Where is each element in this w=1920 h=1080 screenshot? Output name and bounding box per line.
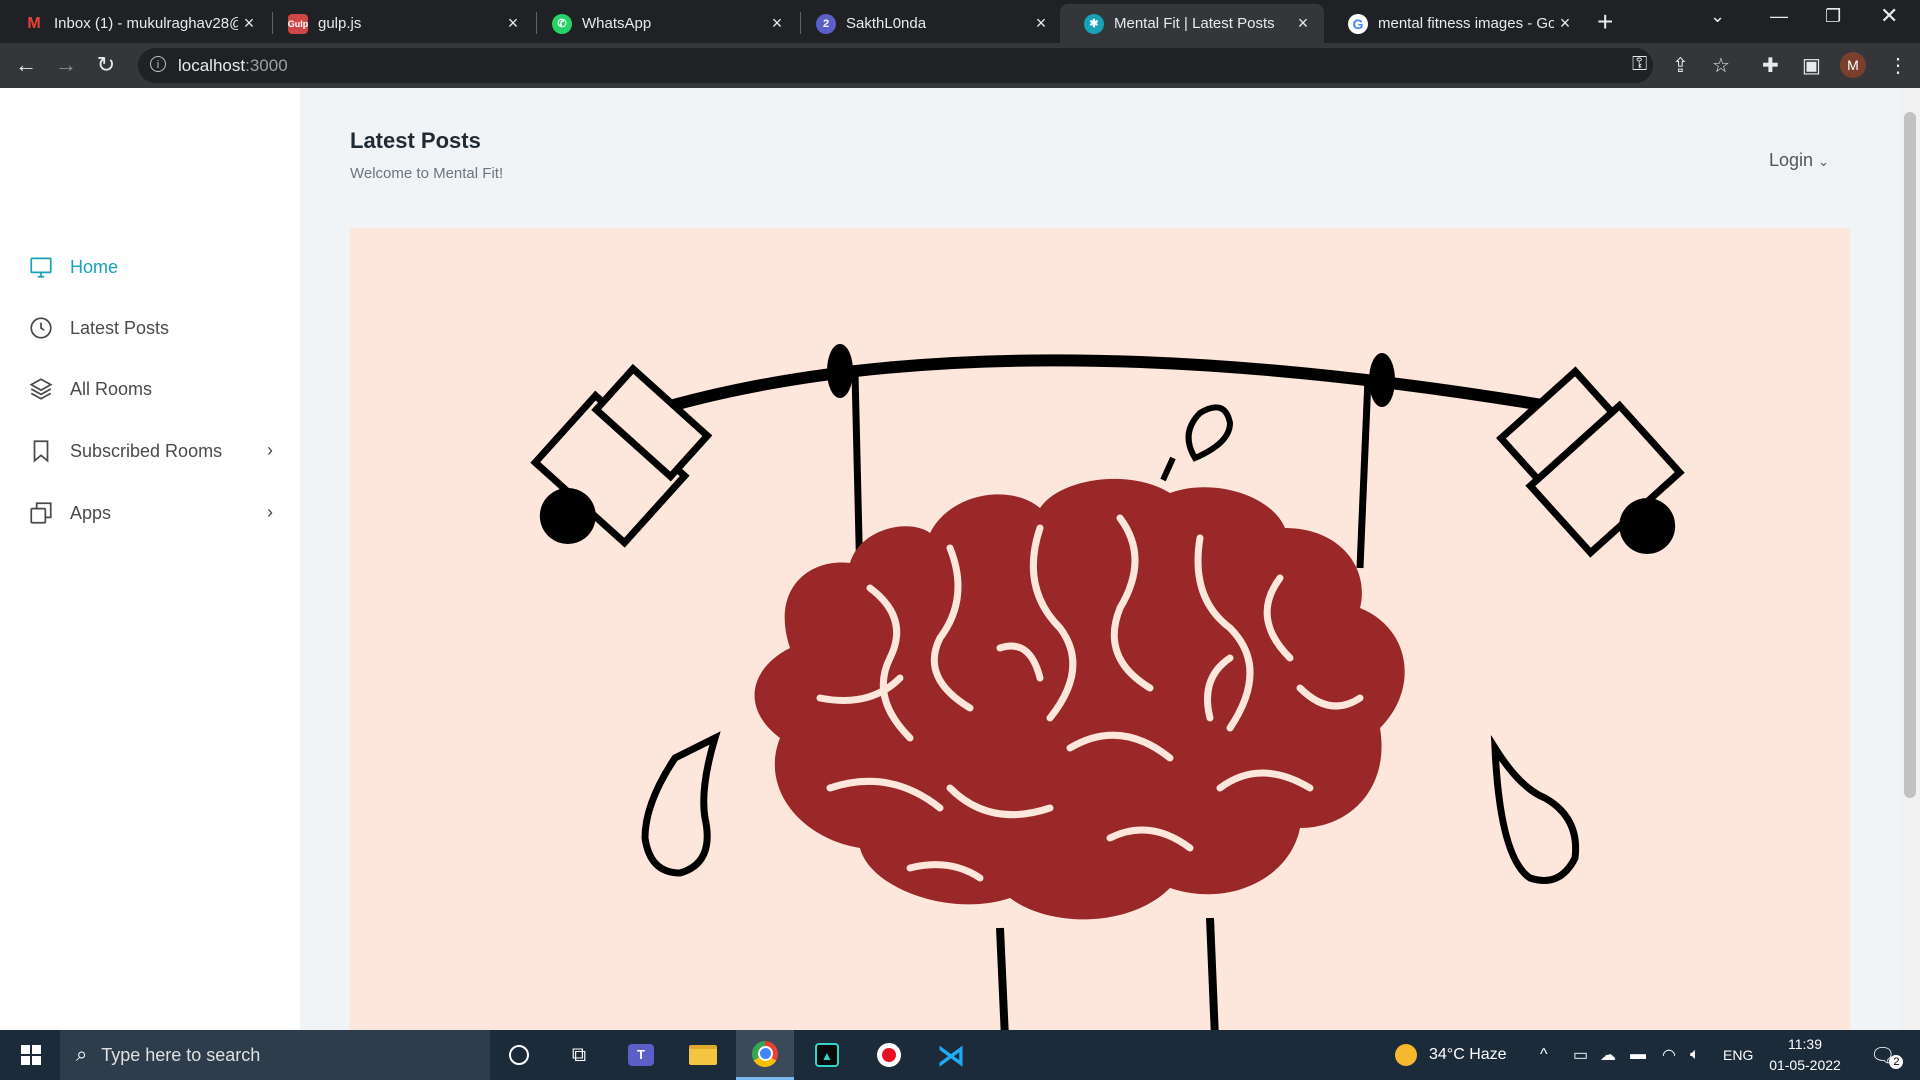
cortana-icon[interactable] [490,1030,548,1080]
sidebar-item-label: Latest Posts [70,317,170,338]
hero-image [350,228,1850,1030]
sidebar: Home Latest Posts All Rooms Subscribed R… [0,88,300,1030]
weather-widget[interactable]: 34°C Haze [1395,1030,1507,1080]
main-content: Latest Posts Welcome to Mental Fit! Logi… [300,88,1900,1030]
tab-google[interactable]: G mental fitness images - Goo × [1324,4,1586,43]
sidebar-item-label: All Rooms [70,378,153,399]
sidebar-item-label: Apps [70,502,112,523]
meet-icon[interactable]: ▭ [1573,1030,1588,1080]
chevron-right-icon: › [267,440,273,460]
time: 11:39 [1788,1036,1822,1052]
tab-title: WhatsApp [582,15,652,32]
whatsapp-icon: ✆ [552,13,572,34]
monitor-icon [30,257,52,278]
google-icon: G [1348,13,1368,34]
forward-icon[interactable]: → [50,49,82,81]
file-explorer-icon[interactable] [674,1030,732,1080]
sidebar-item-label: Subscribed Rooms [70,440,223,461]
close-tab-icon[interactable]: × [502,13,524,34]
restore-icon[interactable]: ❐ [1825,6,1841,27]
tab-title: Mental Fit | Latest Posts [1114,15,1275,32]
browser-tab-strip: M Inbox (1) - mukulraghav28@ × Gulp gulp… [0,0,1920,43]
extensions-icon[interactable]: ✚ [1762,53,1779,78]
avatar[interactable]: M [1840,52,1866,78]
gmail-icon: M [27,14,41,32]
record-icon[interactable] [860,1030,918,1080]
url-text[interactable]: localhost:3000 [178,56,288,76]
close-tab-icon[interactable]: × [1030,13,1052,34]
tab-gmail[interactable]: M Inbox (1) - mukulraghav28@ × [0,4,270,43]
clock-icon [30,317,52,339]
clock[interactable]: 11:39 01-05-2022 [1765,1034,1845,1076]
reload-icon[interactable]: ↻ [90,49,122,81]
scrollbar-thumb[interactable] [1904,112,1916,798]
battery-icon[interactable]: ▬ [1630,1030,1646,1080]
close-window-icon[interactable]: ✕ [1880,3,1898,29]
onedrive-icon[interactable]: ☁ [1600,1030,1616,1080]
site-icon: ✱ [1084,13,1104,34]
tab-title: Inbox (1) - mukulraghav28@ [54,15,238,32]
windows-start-icon[interactable] [2,1030,60,1080]
new-tab-icon[interactable]: + [1597,6,1613,38]
tab-gulp[interactable]: Gulp gulp.js × [264,4,534,43]
layers-icon [29,378,53,400]
wifi-icon[interactable]: ◠ [1662,1030,1676,1080]
volume-muted-icon[interactable]: 🔈︎ [1690,1030,1700,1080]
tab-sakthl0nda[interactable]: 2 SakthL0nda × [792,4,1062,43]
app-launcher-icon[interactable]: ▲ [798,1030,856,1080]
notification-count: 2 [1889,1055,1904,1069]
search-icon: ⌕ [76,1043,88,1066]
tab-whatsapp[interactable]: ✆ WhatsApp × [528,4,798,43]
notification-icon: 2 [816,13,836,34]
bookmark-icon [33,440,49,463]
side-panel-icon[interactable]: ▣ [1802,53,1821,78]
vscode-icon[interactable]: ⋊ [922,1030,980,1080]
browser-toolbar: ← → ↻ i localhost:3000 ⚿ ⇪ ☆ ✚ ▣ M ⋮ [0,43,1920,88]
tab-search-icon[interactable]: ⌄ [1710,6,1725,27]
back-icon[interactable]: ← [10,49,42,81]
sidebar-item-latest-posts[interactable]: Latest Posts [28,315,273,341]
login-dropdown[interactable]: Login ⌄ [1769,150,1829,171]
menu-icon[interactable]: ⋮ [1888,53,1908,78]
page-title: Latest Posts [350,128,481,153]
chevron-up-icon[interactable]: ^ [1540,1030,1548,1080]
tab-title: SakthL0nda [846,15,927,32]
language-indicator[interactable]: ENG [1723,1030,1753,1080]
tab-title: mental fitness images - Goo [1378,15,1554,32]
address-bar[interactable]: i localhost:3000 [138,48,1653,83]
chevron-down-icon: ⌄ [1818,154,1829,169]
minimize-icon[interactable]: — [1770,6,1788,27]
page-scrollbar[interactable] [1900,88,1920,1030]
info-icon[interactable]: i [150,56,166,72]
taskbar-search-box[interactable]: ⌕ Type here to search [60,1030,490,1080]
teams-icon[interactable]: T [612,1030,670,1080]
sun-haze-icon [1395,1044,1417,1066]
tab-mental-fit[interactable]: ✱ Mental Fit | Latest Posts × [1060,4,1324,43]
star-icon[interactable]: ☆ [1712,53,1730,78]
gulp-icon: Gulp [288,13,308,34]
chrome-icon[interactable] [736,1030,794,1080]
date: 01-05-2022 [1769,1057,1841,1073]
sidebar-item-home[interactable]: Home [28,254,273,280]
close-tab-icon[interactable]: × [766,13,788,34]
close-tab-icon[interactable]: × [1292,13,1314,34]
windows-taskbar: ⌕ Type here to search ⧉ T ▲ ⋊ 34°C Haze … [0,1030,1920,1080]
page-subtitle: Welcome to Mental Fit! [350,165,504,182]
sidebar-item-apps[interactable]: Apps › [28,500,273,526]
sidebar-item-subscribed-rooms[interactable]: Subscribed Rooms › [28,438,273,464]
notification-icon[interactable]: 🗨︎ 2 [1870,1030,1904,1080]
task-view-icon[interactable]: ⧉ [550,1030,608,1080]
windows-copy-icon [30,502,52,524]
close-tab-icon[interactable]: × [1554,13,1576,34]
brain-lifting-weights-illustration [530,344,1685,1030]
sidebar-item-label: Home [70,256,119,277]
close-tab-icon[interactable]: × [238,13,260,34]
key-icon[interactable]: ⚿ [1632,53,1647,76]
sidebar-item-all-rooms[interactable]: All Rooms [28,376,273,402]
chevron-right-icon: › [267,502,273,522]
share-icon[interactable]: ⇪ [1672,53,1689,78]
tab-title: gulp.js [318,15,362,32]
